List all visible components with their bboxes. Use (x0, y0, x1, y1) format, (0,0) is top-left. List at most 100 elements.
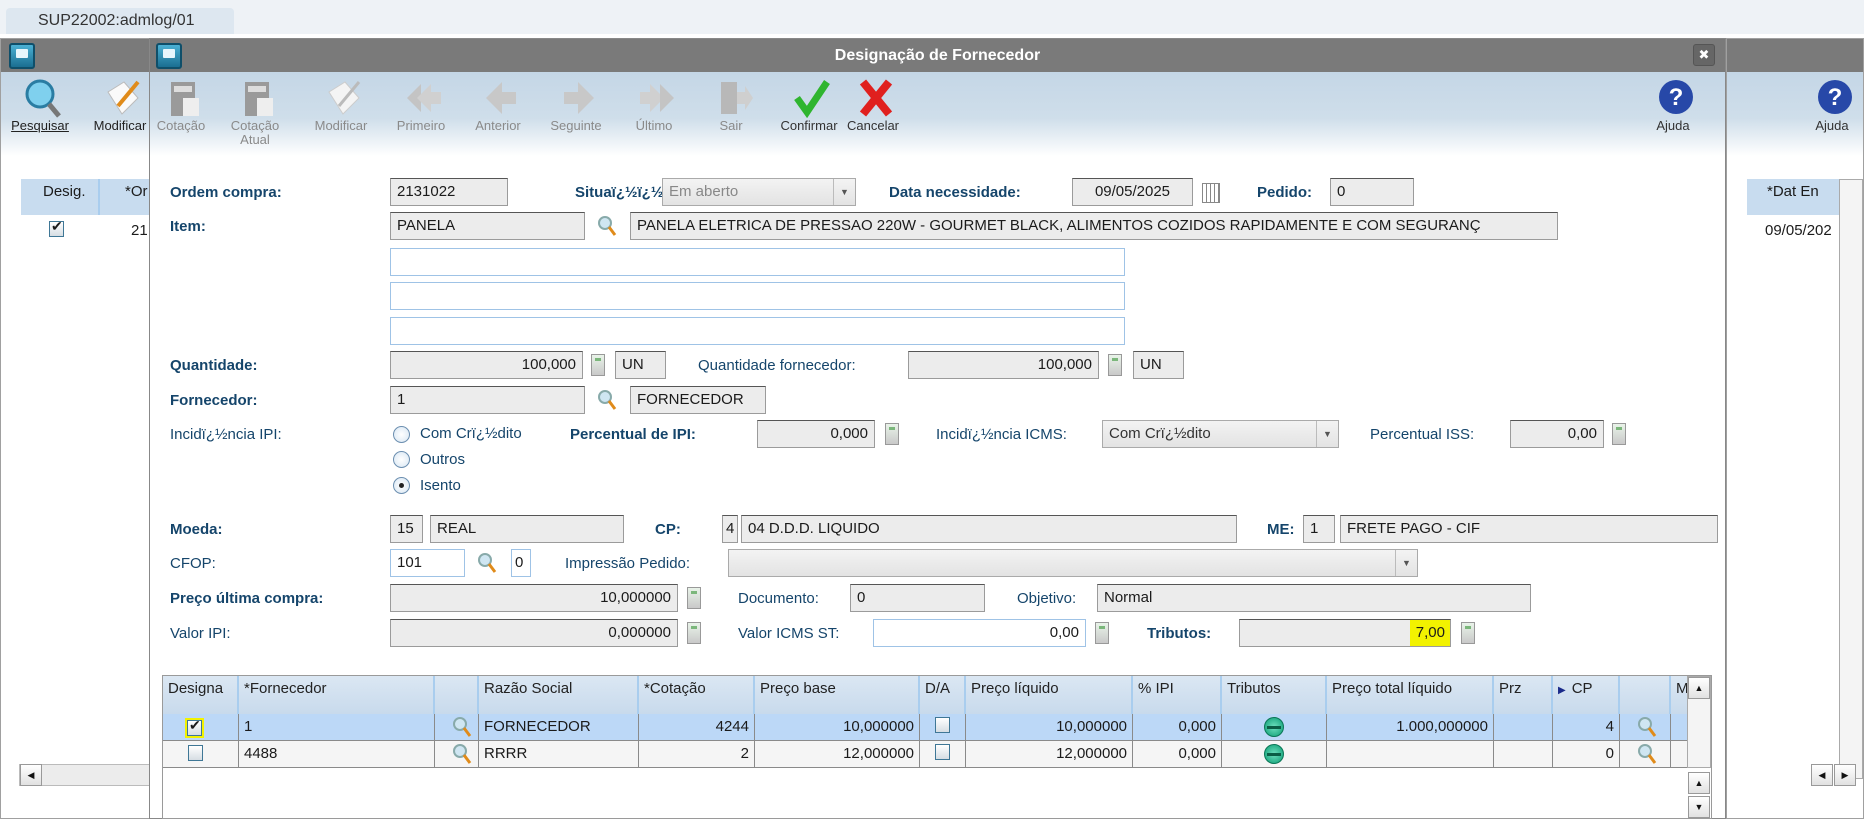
primeiro-button[interactable]: Primeiro (386, 72, 456, 156)
item-extra-line-1[interactable] (390, 248, 1125, 276)
situacao-select[interactable]: Em aberto ▼ (662, 178, 856, 206)
data-necessidade-field[interactable]: 09/05/2025 (1072, 178, 1193, 206)
grid-header-lookup-cp[interactable] (1620, 676, 1671, 714)
percentual-ipi-field[interactable]: 0,000 (757, 420, 875, 448)
grid-header-prz[interactable]: Prz (1494, 676, 1553, 714)
search-icon[interactable] (452, 716, 472, 738)
calculator-icon[interactable] (687, 587, 701, 609)
grid-cell-tributos[interactable] (1222, 714, 1327, 741)
calculator-icon[interactable] (1108, 354, 1122, 376)
grid-cell-designa[interactable] (163, 741, 239, 768)
scroll-left-button[interactable]: ◀ (20, 764, 42, 786)
scroll-right-button[interactable]: ▶ (1834, 764, 1856, 786)
anterior-button[interactable]: Anterior (463, 72, 533, 156)
grid-vertical-scrollbar[interactable]: ▲ (1687, 676, 1711, 768)
search-icon[interactable] (477, 552, 497, 574)
grid-header-designa[interactable]: Designa (163, 676, 239, 714)
pedido-field[interactable]: 0 (1330, 178, 1414, 206)
calculator-icon[interactable] (1612, 423, 1626, 445)
incidencia-icms-select[interactable]: Com Crï¿½dito ▼ (1102, 420, 1339, 448)
scroll-up-button[interactable]: ▲ (1688, 772, 1710, 794)
item-extra-line-2[interactable] (390, 282, 1125, 310)
cancelar-button[interactable]: Cancelar (838, 72, 908, 156)
designa-checkbox[interactable] (188, 745, 203, 761)
valor-icms-st-field[interactable]: 0,00 (873, 619, 1086, 647)
horizontal-scrollbar[interactable]: ◀ (19, 764, 161, 786)
grid-cell-prz[interactable] (1494, 714, 1553, 741)
search-icon[interactable] (1637, 716, 1657, 738)
calculator-icon[interactable] (885, 423, 899, 445)
grid-header-preco-liquido[interactable]: Preço líquido (966, 676, 1133, 714)
cp-code-field[interactable]: 4 (722, 515, 738, 543)
grid-header-ipi[interactable]: % IPI (1133, 676, 1222, 714)
scroll-left-button[interactable]: ◀ (1811, 764, 1833, 786)
search-icon[interactable] (597, 389, 617, 411)
radio-com-credito[interactable] (393, 426, 410, 443)
vertical-scrollbar[interactable] (1839, 179, 1863, 779)
grid-cell-fornecedor[interactable]: 1 (239, 714, 435, 741)
grid-cell-da[interactable] (920, 714, 966, 741)
ajuda-button[interactable]: ? Ajuda (1638, 72, 1708, 156)
grid-cell-lookup[interactable] (435, 714, 479, 741)
grid-header-preco-total-liquido[interactable]: Preço total líquido (1327, 676, 1494, 714)
search-button[interactable]: Pesquisar (5, 72, 75, 156)
grid-header-data-entrega[interactable]: *Dat En (1747, 179, 1839, 215)
quantidade-fornecedor-field[interactable]: 100,000 (908, 351, 1099, 379)
search-icon[interactable] (597, 215, 617, 237)
ordem-compra-field[interactable]: 2131022 (390, 178, 508, 206)
grid-header-lookup[interactable] (435, 676, 479, 714)
cotacao-button[interactable]: Cotação (146, 72, 216, 156)
modify-button[interactable]: Modificar (85, 72, 155, 156)
scroll-up-button[interactable]: ▲ (1688, 677, 1710, 699)
designa-checkbox[interactable]: ✔ (187, 717, 202, 736)
grid-cell-lookup[interactable] (435, 741, 479, 768)
item-extra-line-3[interactable] (390, 317, 1125, 345)
designa-checkbox[interactable]: ✔ (49, 218, 64, 237)
calculator-icon[interactable] (1461, 622, 1475, 644)
grid-cell-cp[interactable]: 0 (1553, 741, 1620, 768)
da-checkbox[interactable] (935, 717, 950, 733)
grid-cell-cp[interactable]: 4 (1553, 714, 1620, 741)
calculator-icon[interactable] (591, 354, 605, 376)
grid-header-fornecedor[interactable]: *Fornecedor (239, 676, 435, 714)
moeda-code-field[interactable]: 15 (390, 515, 423, 543)
grid-header-preco-base[interactable]: Preço base (755, 676, 920, 714)
grid-header-cotacao[interactable]: *Cotação (639, 676, 755, 714)
fornecedor-code-field[interactable]: 1 (390, 386, 585, 414)
grid-cell-lookup-cp[interactable] (1620, 741, 1671, 768)
item-code-field[interactable]: PANELA (390, 212, 585, 240)
tributos-icon[interactable] (1264, 744, 1284, 764)
sair-button[interactable]: Sair (696, 72, 766, 156)
cotacao-atual-button[interactable]: Cotação Atual (220, 72, 290, 156)
grid-cell-tributos[interactable] (1222, 741, 1327, 768)
tributos-icon[interactable] (1264, 717, 1284, 737)
me-code-field[interactable]: 1 (1303, 515, 1335, 543)
help-button-background[interactable]: ? Ajuda (1797, 72, 1864, 156)
close-button[interactable]: ✖ (1693, 44, 1715, 66)
grid-header-tributos[interactable]: Tributos (1222, 676, 1327, 714)
grid-cell-designa[interactable]: ✔ (163, 714, 239, 741)
grid-header-cp[interactable]: ▶ CP (1553, 676, 1620, 714)
grid-cell-lookup-cp[interactable] (1620, 714, 1671, 741)
seguinte-button[interactable]: Seguinte (541, 72, 611, 156)
radio-isento[interactable] (393, 477, 410, 494)
grid-header-da[interactable]: D/A (920, 676, 966, 714)
ultimo-button[interactable]: Último (619, 72, 689, 156)
grid-cell-prz[interactable] (1494, 741, 1553, 768)
radio-outros[interactable] (393, 451, 410, 468)
quantidade-field[interactable]: 100,000 (390, 351, 583, 379)
search-icon[interactable] (452, 743, 472, 765)
calculator-icon[interactable] (687, 622, 701, 644)
confirmar-button[interactable]: Confirmar (774, 72, 844, 156)
modificar-button[interactable]: Modificar (306, 72, 376, 156)
grid-header-razao-social[interactable]: Razão Social (479, 676, 639, 714)
cfop-field[interactable]: 101 (390, 549, 465, 577)
calendar-icon[interactable] (1202, 183, 1220, 203)
tab-sup22002[interactable]: SUP22002:admlog/01 (6, 8, 234, 34)
grid-header-desig[interactable]: Desig. (21, 179, 100, 215)
search-icon[interactable] (1637, 743, 1657, 765)
impressao-pedido-select[interactable]: ▼ (728, 549, 1418, 577)
da-checkbox[interactable] (935, 744, 950, 760)
scroll-down-button[interactable]: ▼ (1688, 796, 1710, 818)
calculator-icon[interactable] (1095, 622, 1109, 644)
